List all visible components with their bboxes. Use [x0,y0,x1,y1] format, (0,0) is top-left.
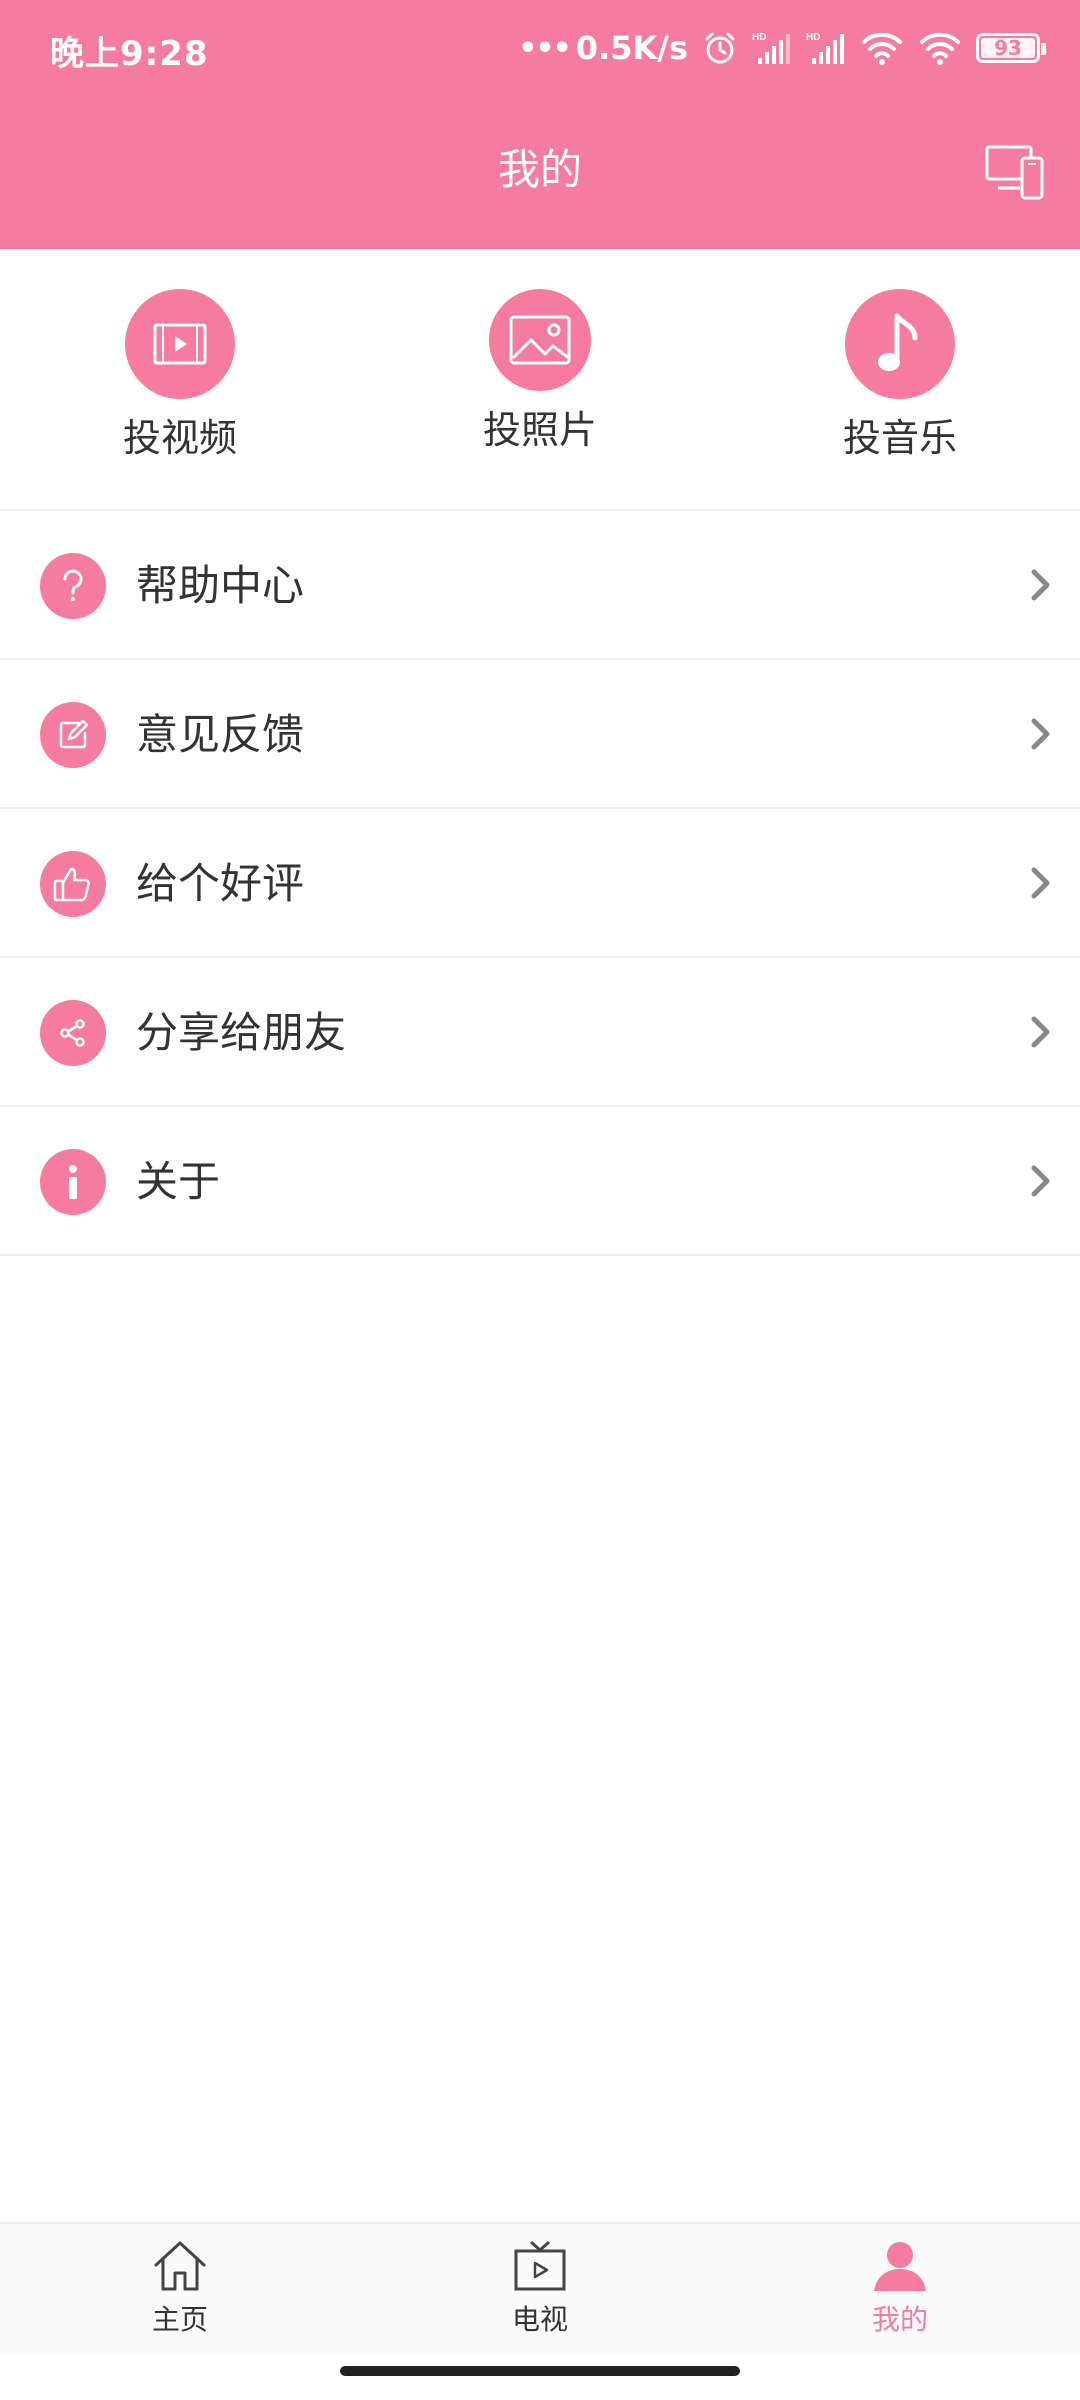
settings-menu: 帮助中心 意见反馈 给个好评 分享给朋友 关于 [0,511,1080,1256]
cast-music-button[interactable]: 投音乐 [800,289,1000,463]
menu-item-label: 关于 [136,1157,221,1206]
help-icon [40,553,106,619]
signal-hd-2-icon: HD [806,30,846,66]
chevron-right-icon [1024,863,1058,903]
cast-photo-button[interactable]: 投照片 [440,289,640,455]
chevron-right-icon [1024,714,1058,754]
edit-icon [40,702,106,768]
wifi-2-icon [918,30,962,66]
user-icon [865,2236,935,2296]
status-dots: ••• [518,30,572,66]
battery-icon: 93 [976,33,1046,63]
menu-item-share[interactable]: 分享给朋友 [0,958,1080,1107]
thumbs-up-icon [40,851,106,917]
bottom-nav: 主页 电视 我的 [0,2222,1080,2354]
tab-me[interactable]: 我的 [800,2236,1000,2338]
app-header: 晚上9:28 ••• 0.5K/s HD HD 93 我的 [0,0,1080,249]
menu-item-label: 分享给朋友 [136,1008,347,1057]
video-icon [125,289,235,399]
quick-actions: 投视频 投照片 投音乐 [0,249,1080,511]
tab-home[interactable]: 主页 [80,2236,280,2338]
svg-text:HD: HD [752,32,766,43]
cast-music-label: 投音乐 [842,416,957,460]
photo-icon [489,289,591,391]
cast-video-button[interactable]: 投视频 [80,289,280,463]
tab-tv-label: 电视 [511,2303,568,2336]
tab-me-label: 我的 [871,2303,928,2336]
network-speed: 0.5K/s [575,29,688,67]
screen-cast-devices-icon [984,144,1046,206]
battery-level: 93 [981,38,1035,58]
home-icon [145,2236,215,2296]
chevron-right-icon [1024,565,1058,605]
menu-item-label: 意见反馈 [136,710,305,759]
tab-tv[interactable]: 电视 [440,2236,640,2338]
music-note-icon [845,289,955,399]
share-icon [40,1000,106,1066]
info-icon [40,1149,106,1215]
page-title: 我的 [497,145,582,194]
home-indicator [340,2366,740,2376]
menu-item-feedback[interactable]: 意见反馈 [0,660,1080,809]
wifi-icon [860,30,904,66]
svg-text:HD: HD [806,32,820,43]
cast-video-label: 投视频 [122,416,237,460]
menu-item-label: 给个好评 [136,859,305,908]
menu-item-label: 帮助中心 [136,561,305,610]
chevron-right-icon [1024,1161,1058,1201]
chevron-right-icon [1024,1012,1058,1052]
status-time: 晚上9:28 [50,34,209,74]
signal-hd-1-icon: HD [752,30,792,66]
tab-home-label: 主页 [151,2303,208,2336]
alarm-icon [702,30,738,66]
cast-photo-label: 投照片 [482,408,597,452]
status-bar: 晚上9:28 ••• 0.5K/s HD HD 93 [0,0,1080,96]
menu-item-about[interactable]: 关于 [0,1107,1080,1256]
tv-icon [505,2236,575,2296]
status-icons: ••• 0.5K/s HD HD 93 [518,26,1046,70]
menu-item-help-center[interactable]: 帮助中心 [0,511,1080,660]
screen-cast-devices-button[interactable] [980,140,1050,210]
menu-item-rate-app[interactable]: 给个好评 [0,809,1080,958]
